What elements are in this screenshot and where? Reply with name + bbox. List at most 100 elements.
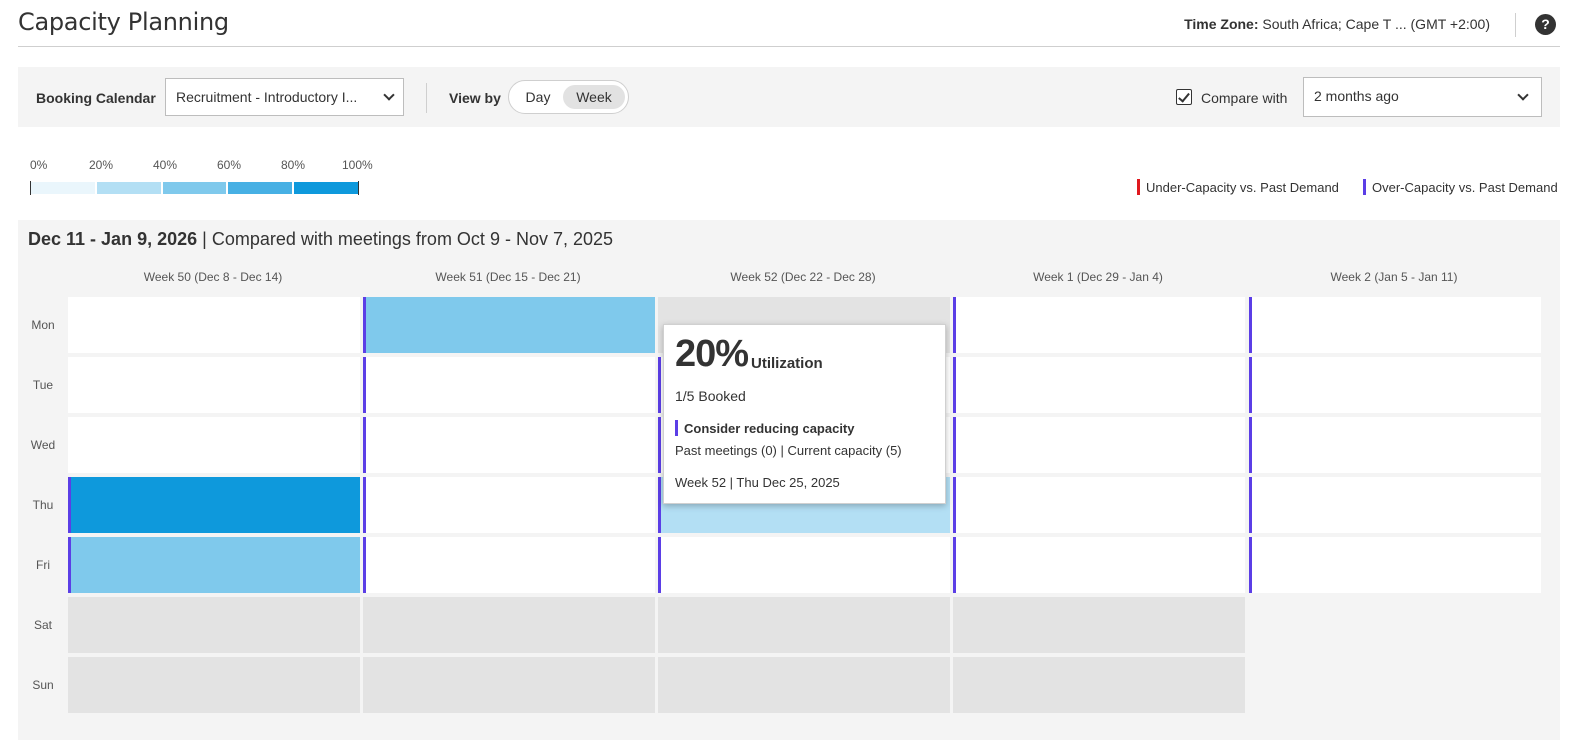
day-label-mon: Mon: [31, 318, 55, 332]
capacity-cell[interactable]: [953, 357, 1245, 413]
week-header: Week 52 (Dec 22 - Dec 28): [730, 270, 876, 284]
capacity-cell[interactable]: [953, 297, 1245, 353]
scale-segment: [96, 182, 163, 194]
week-header: Week 1 (Dec 29 - Jan 4): [1033, 270, 1163, 284]
capacity-cell[interactable]: [1249, 417, 1541, 473]
booking-calendar-select[interactable]: Recruitment - Introductory I...: [165, 78, 404, 116]
capacity-cell: [658, 597, 950, 653]
day-label-thu: Thu: [32, 498, 54, 512]
capacity-cell[interactable]: [363, 477, 655, 533]
over-capacity-indicator: [68, 537, 71, 593]
over-capacity-indicator: [1249, 537, 1252, 593]
tooltip-utilization-label: Utilization: [751, 355, 823, 372]
over-capacity-indicator: [953, 297, 956, 353]
over-capacity-indicator: [953, 537, 956, 593]
over-capacity-indicator: [363, 357, 366, 413]
capacity-cell[interactable]: [68, 477, 360, 533]
scale-segment: [31, 182, 97, 194]
view-week-option[interactable]: Week: [563, 85, 625, 109]
view-by-toggle: Day Week: [508, 80, 629, 114]
week-header: Week 50 (Dec 8 - Dec 14): [143, 270, 283, 284]
chevron-down-icon: [383, 89, 395, 101]
compare-checkbox[interactable]: [1176, 89, 1192, 105]
over-capacity-indicator: [1249, 477, 1252, 533]
capacity-cell: [68, 357, 360, 413]
tooltip-detail: Past meetings (0) | Current capacity (5): [675, 443, 902, 458]
compare-label: Compare with: [1201, 90, 1288, 106]
capacity-cell: [953, 597, 1245, 653]
legend-over-label: Over-Capacity vs. Past Demand: [1372, 180, 1558, 195]
capacity-cell[interactable]: [953, 417, 1245, 473]
over-capacity-indicator: [658, 357, 661, 413]
capacity-cell[interactable]: [68, 537, 360, 593]
over-capacity-indicator: [953, 417, 956, 473]
capacity-cell[interactable]: [1249, 357, 1541, 413]
day-label-sun: Sun: [32, 678, 54, 692]
legend-under-label: Under-Capacity vs. Past Demand: [1146, 180, 1339, 195]
day-label-sat: Sat: [33, 618, 52, 632]
capacity-cell: [953, 657, 1245, 713]
capacity-cell[interactable]: [1249, 297, 1541, 353]
over-capacity-indicator: [658, 417, 661, 473]
timezone-display[interactable]: Time Zone: South Africa; Cape T ... (GMT…: [1184, 16, 1490, 32]
over-capacity-indicator: [363, 417, 366, 473]
timezone-label: Time Zone:: [1184, 16, 1259, 32]
week-header: Week 2 (Jan 5 - Jan 11): [1330, 270, 1458, 284]
day-label-fri: Fri: [36, 558, 50, 572]
scale-tick: 20%: [89, 158, 114, 172]
day-label-wed: Wed: [30, 438, 56, 452]
chevron-down-icon: [1517, 89, 1529, 101]
capacity-cell[interactable]: [363, 297, 655, 353]
scale-gradient-bar: [30, 181, 359, 195]
scale-segment: [162, 182, 229, 194]
utilization-tooltip: 20% Utilization 1/5 Booked Consider redu…: [663, 324, 946, 504]
capacity-cell[interactable]: [953, 477, 1245, 533]
help-icon[interactable]: ?: [1535, 14, 1556, 35]
date-range: Dec 11 - Jan 9, 2026: [28, 229, 198, 249]
scale-tick: 100%: [342, 158, 373, 172]
legend-under-capacity: Under-Capacity vs. Past Demand: [1137, 179, 1339, 195]
over-capacity-indicator: [675, 420, 678, 436]
page-header: Capacity Planning Time Zone: South Afric…: [18, 0, 1560, 47]
week-header: Week 51 (Dec 15 - Dec 21): [435, 270, 581, 284]
compare-period-select[interactable]: 2 months ago: [1303, 77, 1542, 117]
scale-segment: [294, 182, 358, 194]
capacity-cell[interactable]: [363, 537, 655, 593]
capacity-cell: [68, 417, 360, 473]
capacity-cell: [658, 657, 950, 713]
day-label-tue: Tue: [32, 378, 54, 392]
scale-tick: 80%: [281, 158, 306, 172]
over-capacity-indicator: [1249, 297, 1252, 353]
capacity-cell: [68, 297, 360, 353]
over-capacity-swatch: [1363, 179, 1366, 195]
legend-over-capacity: Over-Capacity vs. Past Demand: [1363, 179, 1558, 195]
over-capacity-indicator: [363, 477, 366, 533]
capacity-cell: [363, 597, 655, 653]
over-capacity-indicator: [68, 477, 71, 533]
view-day-option[interactable]: Day: [513, 85, 563, 109]
capacity-cell: [363, 657, 655, 713]
capacity-cell[interactable]: [953, 537, 1245, 593]
under-capacity-swatch: [1137, 179, 1140, 195]
utilization-scale: 0% 20% 40% 60% 80% 100%: [30, 158, 380, 198]
over-capacity-indicator: [363, 537, 366, 593]
booking-calendar-value: Recruitment - Introductory I...: [176, 89, 358, 105]
over-capacity-indicator: [658, 537, 661, 593]
capacity-cell[interactable]: [363, 417, 655, 473]
capacity-cell[interactable]: [658, 537, 950, 593]
over-capacity-indicator: [658, 477, 661, 533]
over-capacity-indicator: [953, 477, 956, 533]
booking-calendar-label: Booking Calendar: [36, 90, 156, 106]
over-capacity-indicator: [363, 297, 366, 353]
date-range-title: Dec 11 - Jan 9, 2026 | Compared with mee…: [28, 229, 613, 250]
toolbar-divider: [426, 83, 427, 113]
capacity-cell[interactable]: [363, 357, 655, 413]
capacity-cell[interactable]: [1249, 477, 1541, 533]
tooltip-date: Week 52 | Thu Dec 25, 2025: [675, 475, 840, 490]
header-divider: [1515, 13, 1516, 37]
scale-segment: [228, 182, 295, 194]
over-capacity-indicator: [1249, 417, 1252, 473]
over-capacity-indicator: [953, 357, 956, 413]
capacity-cell[interactable]: [1249, 537, 1541, 593]
timezone-value: South Africa; Cape T ... (GMT +2:00): [1262, 16, 1490, 32]
